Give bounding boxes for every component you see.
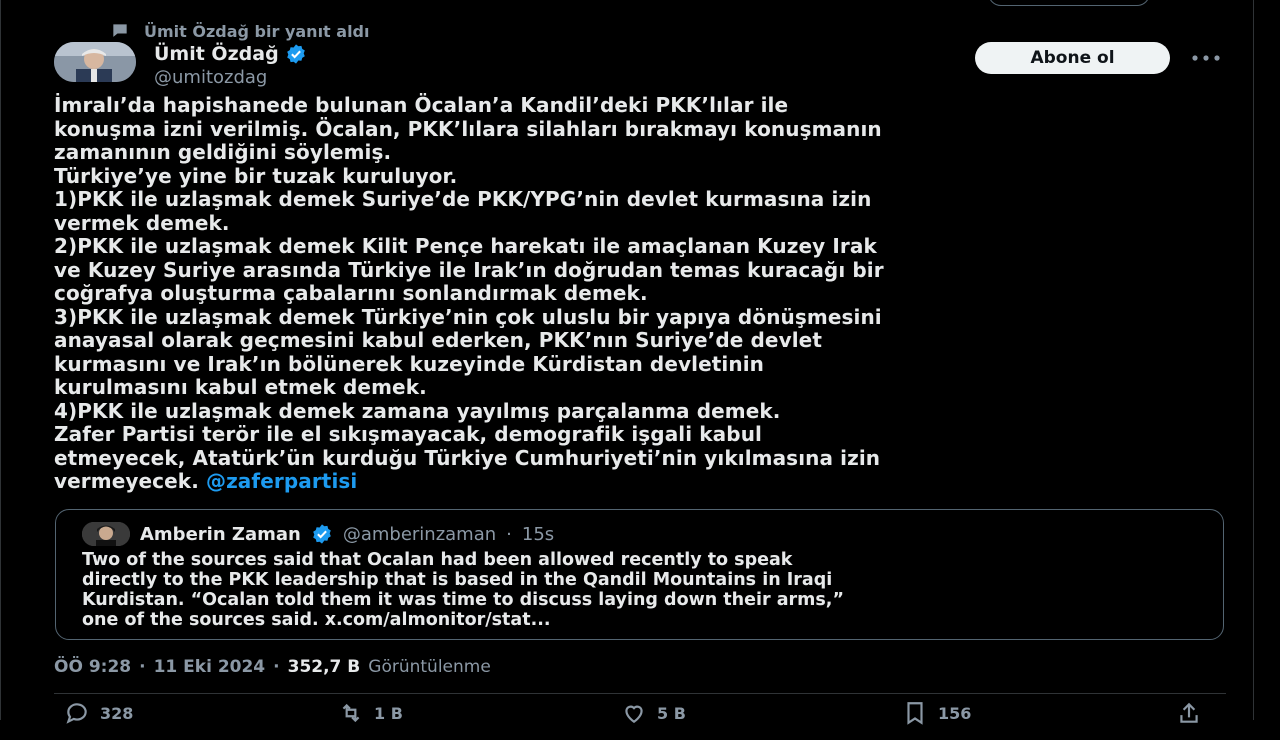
tweet-line: Zafer Partisi terör ile el sıkışmayacak,… [54, 422, 762, 446]
views-count: 352,7 B [287, 657, 361, 677]
meta-separator: · [273, 657, 280, 677]
share-icon [1180, 702, 1198, 723]
action-bar: 328 1 B 5 B 156 [54, 700, 1226, 740]
heart-icon [625, 705, 643, 723]
tweet-line: anayasal olarak geçmesini kabul ederken,… [54, 328, 822, 352]
like-button[interactable]: 5 B [621, 700, 686, 726]
tweet-line: 3)PKK ile uzlaşmak demek Türkiye’nin çok… [54, 304, 882, 329]
tweet-line: etmeyecek, Atatürk’ün kurduğu Türkiye Cu… [54, 445, 881, 470]
quoted-author-avatar[interactable] [82, 522, 130, 546]
reply-context-text: Ümit Özdağ bir yanıt aldı [144, 21, 370, 41]
more-options-button[interactable] [1188, 46, 1224, 70]
tweet-line: coğrafya oluşturma çabalarını sonlandırm… [54, 281, 648, 305]
tweet-line: 4)PKK ile uzlaşmak demek zamana yayılmış… [54, 398, 781, 423]
quoted-line: directly to the PKK leadership that is b… [82, 570, 833, 590]
reply-icon [66, 703, 87, 724]
speech-bubble-icon [113, 24, 127, 37]
quoted-line: Two of the sources said that Ocalan had … [82, 550, 793, 570]
author-name-row: Ümit Özdağ [154, 42, 307, 66]
right-column-border [1253, 0, 1254, 720]
repost-icon [342, 703, 360, 723]
tweet-time[interactable]: ÖÖ 9:28 [54, 657, 131, 677]
quoted-line: Kurdistan. “Ocalan told them it was time… [82, 590, 844, 610]
quoted-separator: · [506, 523, 512, 545]
tweet-line: vermek demek. [54, 210, 230, 235]
tweet-text: İmralı’da hapishanede bulunan Öcalan’a K… [54, 93, 1234, 494]
verified-badge-icon [313, 524, 331, 544]
tweet-line: 2)PKK ile uzlaşmak demek Kilit Pençe har… [54, 234, 877, 258]
author-avatar[interactable] [54, 42, 136, 82]
repost-button[interactable]: 1 B [338, 700, 403, 726]
tweet-line-text: vermeyecek. [54, 469, 199, 493]
tweet-line: kurulmasını kabul etmek demek. [54, 375, 427, 399]
tweet-last-line: vermeyecek. @zaferpartisi [54, 469, 1234, 494]
reply-context: Ümit Özdağ bir yanıt aldı [110, 20, 370, 42]
subscribe-button[interactable]: Abone ol [975, 42, 1170, 74]
tweet-line: 1)PKK ile uzlaşmak demek Suriye’de PKK/Y… [54, 187, 872, 211]
top-partial-button[interactable] [988, 0, 1150, 6]
more-dots-icon [1192, 55, 1220, 61]
meta-separator: · [139, 657, 146, 677]
tweet-line: konuşma izni verilmiş. Öcalan, PKK’lılar… [54, 116, 882, 141]
tweet-line: ve Kuzey Suriye arasında Türkiye ile Ira… [54, 257, 884, 282]
verified-badge-icon [286, 44, 305, 64]
divider [54, 693, 1226, 694]
quoted-tweet-header: Amberin Zaman @amberinzaman · 15s [82, 522, 554, 546]
reply-button[interactable]: 328 [64, 700, 133, 726]
quoted-time: 15s [521, 523, 555, 545]
views-label: Görüntülenme [368, 657, 491, 677]
quoted-tweet-text: Two of the sources said that Ocalan had … [82, 550, 1212, 630]
bookmark-icon [907, 702, 923, 725]
left-column-border [0, 0, 1, 720]
quoted-tweet[interactable]: Amberin Zaman @amberinzaman · 15s Two of… [55, 509, 1224, 640]
quoted-line: one of the sources said. x.com/almonitor… [82, 610, 551, 630]
mention-link[interactable]: @zaferpartisi [206, 469, 357, 493]
tweet-line: zamanının geldiğini söylemiş. [54, 140, 392, 164]
author-name[interactable]: Ümit Özdağ [154, 43, 279, 65]
tweet-line: kurmasını ve Irak’ın bölünerek kuzeyinde… [54, 351, 765, 376]
share-button[interactable] [1176, 700, 1202, 726]
quoted-author-handle: @amberinzaman [342, 523, 497, 545]
tweet-line: İmralı’da hapishanede bulunan Öcalan’a K… [54, 93, 789, 117]
author-handle[interactable]: @umitozdag [154, 66, 307, 90]
quoted-author-name: Amberin Zaman [140, 523, 301, 545]
tweet-date[interactable]: 11 Eki 2024 [154, 657, 266, 677]
tweet-metadata: ÖÖ 9:28 · 11 Eki 2024 · 352,7 B Görüntül… [54, 655, 491, 679]
bookmark-button[interactable]: 156 [902, 700, 971, 726]
author-block: Ümit Özdağ @umitozdag [154, 42, 307, 90]
tweet-line: Türkiye’ye yine bir tuzak kuruluyor. [54, 163, 458, 188]
